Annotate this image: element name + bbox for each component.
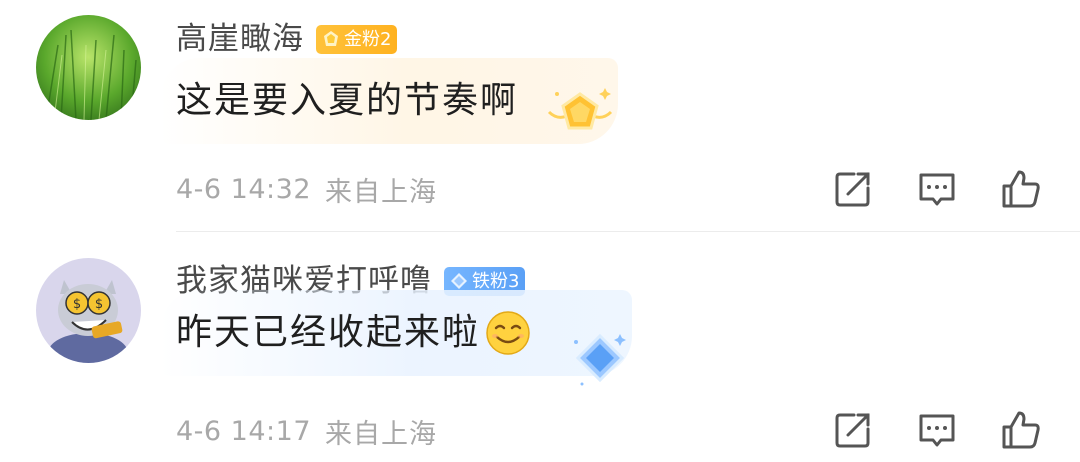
like-button[interactable] <box>1000 168 1042 210</box>
timestamp: 4-6 14:17 <box>176 416 311 447</box>
comment-header: 高崖瞰海 金粉2 <box>176 18 398 60</box>
comment-text: 昨天已经收起来啦 <box>176 312 481 353</box>
location: 来自上海 <box>325 177 437 208</box>
location: 来自上海 <box>325 419 437 450</box>
comment-meta: 4-6 14:32 来自上海 <box>176 170 437 209</box>
fan-badge[interactable]: 金粉2 <box>316 24 398 54</box>
svg-text:$: $ <box>73 297 81 312</box>
like-icon <box>1002 411 1040 449</box>
diamond-badge-decoration-icon <box>574 333 626 386</box>
badge-label: 金粉2 <box>344 28 392 50</box>
reply-icon <box>919 414 955 447</box>
comment-item: $ $ 我家猫咪爱打呼噜 铁粉3 昨天已经收起来啦 4-6 14:17 来自上海 <box>0 232 1080 462</box>
share-icon <box>835 413 870 448</box>
comment-bubble[interactable]: 昨天已经收起来啦 <box>160 290 633 376</box>
cartoon-cat-avatar-image: $ $ <box>36 258 141 363</box>
crown-icon <box>324 31 338 46</box>
reply-icon <box>919 173 955 206</box>
username[interactable]: 高崖瞰海 <box>176 18 304 60</box>
avatar[interactable] <box>36 15 141 120</box>
avatar[interactable]: $ $ <box>36 258 141 363</box>
share-button[interactable] <box>832 409 874 451</box>
smile-emoji-icon <box>486 311 530 355</box>
reply-button[interactable] <box>916 168 958 210</box>
comment-item: 高崖瞰海 金粉2 这是要入夏的节奏啊 4-6 14:32 来自上海 <box>0 0 1080 232</box>
timestamp: 4-6 14:32 <box>176 174 311 205</box>
gold-badge-decoration-icon <box>547 88 613 130</box>
reply-button[interactable] <box>916 409 958 451</box>
comment-meta: 4-6 14:17 来自上海 <box>176 412 437 451</box>
share-icon <box>835 172 870 207</box>
like-button[interactable] <box>1000 409 1042 451</box>
diamond-icon <box>451 273 467 289</box>
svg-text:$: $ <box>95 297 103 312</box>
share-button[interactable] <box>832 168 874 210</box>
comment-text: 这是要入夏的节奏啊 <box>176 80 519 121</box>
green-grass-avatar-image <box>36 15 141 120</box>
like-icon <box>1002 170 1040 208</box>
